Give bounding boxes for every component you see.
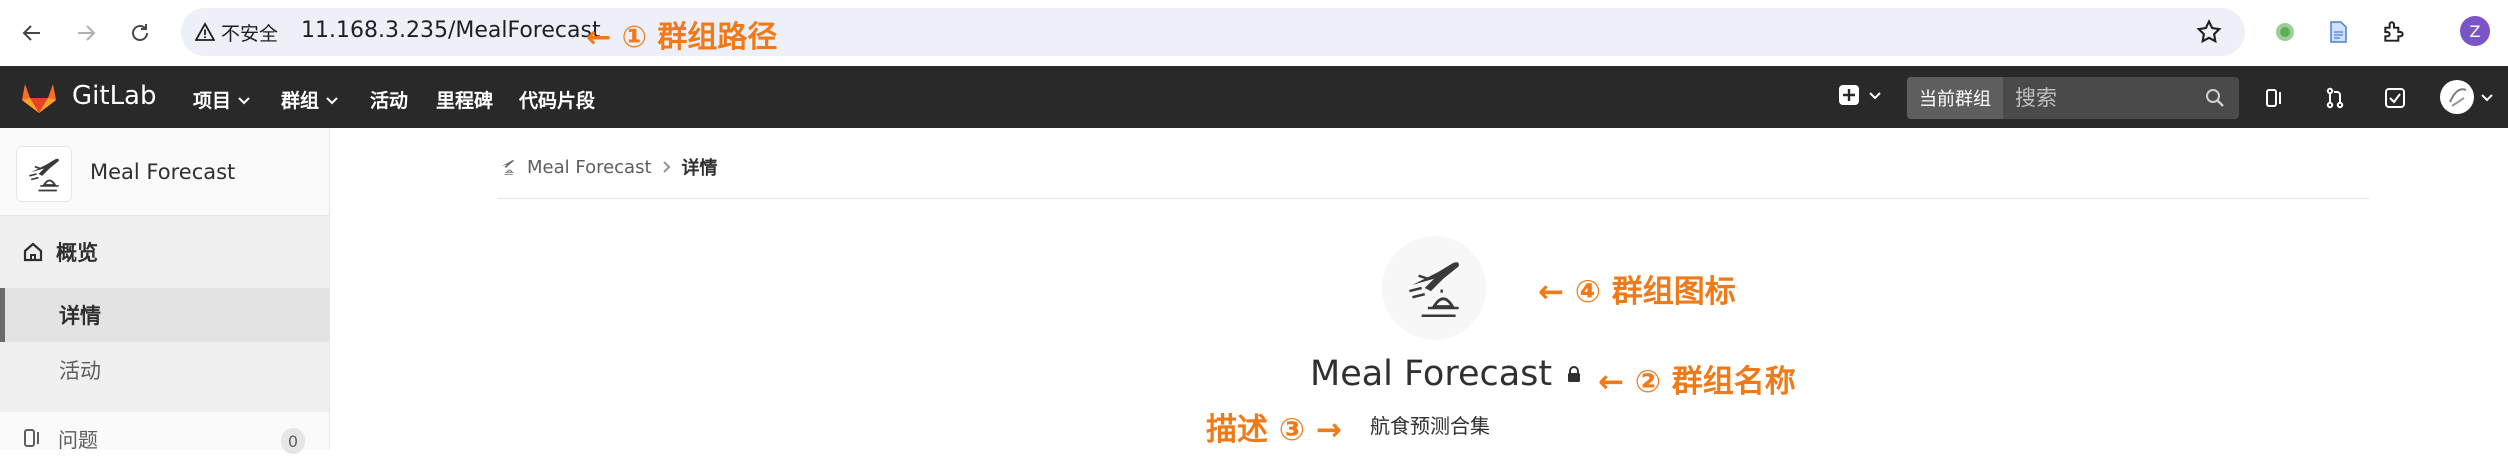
nav-snippets[interactable]: 代码片段 — [519, 86, 595, 113]
warning-icon — [195, 22, 215, 41]
todos-nav-button[interactable] — [2382, 85, 2408, 111]
group-name-heading: Meal Forecast — [1310, 354, 1582, 394]
security-chip[interactable]: 不安全 — [195, 16, 278, 48]
sidebar-item-overview-label: 概览 — [56, 241, 98, 265]
reload-icon — [132, 24, 148, 41]
user-menu[interactable] — [2440, 80, 2494, 114]
nav-projects-label: 项目 — [193, 90, 232, 112]
forward-button[interactable] — [66, 13, 106, 53]
issues-count-badge: 0 — [281, 428, 305, 454]
new-menu-button[interactable] — [1838, 84, 1882, 106]
chevron-down-icon — [326, 96, 338, 104]
nav-projects[interactable]: 项目 — [193, 86, 251, 113]
airplane-meal-icon — [501, 160, 514, 175]
arrow-right-icon — [78, 25, 96, 41]
reload-button[interactable] — [120, 13, 160, 53]
gitlab-navbar: GitLab 项目 群组 活动 里程碑 代码片段 当前群组 — [0, 66, 2508, 128]
search-scope-chip[interactable]: 当前群组 — [1907, 77, 2003, 119]
sidebar-group-avatar — [16, 146, 72, 202]
chevron-right-icon — [662, 161, 670, 173]
issues-icon — [2266, 89, 2281, 107]
group-sidebar: Meal Forecast 概览 详情 活动 问题 0 — [0, 128, 330, 454]
annotation-icon: ← ④ 群组图标 — [1538, 274, 1736, 310]
browser-profile-avatar[interactable]: Z — [2460, 16, 2490, 46]
annotation-description: 描述 ③ → — [1206, 412, 1342, 448]
content-divider — [497, 198, 2369, 199]
sidebar-item-overview[interactable]: 概览 — [0, 216, 329, 288]
sidebar-item-details[interactable]: 详情 — [0, 288, 329, 342]
extension-green-icon[interactable] — [2268, 15, 2302, 49]
annotation-path: ← ① 群组路径 — [586, 20, 778, 55]
sidebar-item-issues-label: 问题 — [58, 427, 98, 452]
extensions-puzzle-icon[interactable] — [2377, 15, 2411, 49]
home-icon — [23, 242, 43, 262]
breadcrumb-parent-link[interactable]: Meal Forecast — [527, 157, 652, 178]
nav-milestones[interactable]: 里程碑 — [436, 86, 493, 113]
breadcrumb: Meal Forecast 详情 — [497, 152, 718, 182]
sidebar-overview-section: 概览 详情 活动 — [0, 216, 329, 412]
group-description: 航食预测合集 — [1370, 414, 1490, 438]
group-avatar — [1382, 236, 1486, 340]
nav-groups-label: 群组 — [281, 90, 320, 112]
sidebar-group-header[interactable]: Meal Forecast — [0, 128, 329, 216]
todo-check-icon — [2385, 88, 2405, 108]
chevron-down-icon — [1869, 92, 1881, 100]
nav-groups[interactable]: 群组 — [281, 86, 339, 113]
chevron-down-icon — [238, 96, 250, 104]
sidebar-item-activity[interactable]: 活动 — [0, 342, 329, 398]
annotation-name: ← ② 群组名称 — [1598, 364, 1796, 400]
issues-icon — [24, 429, 39, 447]
arrow-left-icon — [22, 25, 40, 41]
airplane-meal-icon — [1409, 262, 1459, 317]
search-icon[interactable] — [2205, 88, 2225, 108]
lock-icon — [1568, 366, 1581, 382]
back-button[interactable] — [12, 13, 52, 53]
address-bar[interactable]: 不安全 11.168.3.235/MealForecast — [181, 8, 2245, 56]
search-input[interactable] — [2015, 77, 2195, 119]
gitlab-logo-icon[interactable] — [20, 80, 58, 114]
security-label: 不安全 — [221, 22, 279, 45]
airplane-meal-icon — [29, 158, 59, 192]
search-box: 当前群组 — [1907, 77, 2239, 119]
merge-requests-nav-button[interactable] — [2322, 85, 2348, 111]
bookmark-star-icon[interactable] — [2195, 18, 2223, 46]
gitlab-brand[interactable]: GitLab — [72, 81, 157, 111]
group-name: Meal Forecast — [1310, 354, 1553, 394]
extension-document-icon[interactable] — [2321, 15, 2355, 49]
plus-square-icon — [1839, 85, 1859, 105]
sidebar-item-issues[interactable]: 问题 0 — [0, 418, 329, 458]
url-text[interactable]: 11.168.3.235/MealForecast — [301, 18, 601, 43]
issues-nav-button[interactable] — [2262, 85, 2288, 111]
nav-activity[interactable]: 活动 — [370, 86, 408, 113]
sidebar-group-title: Meal Forecast — [90, 160, 236, 184]
chevron-down-icon — [2481, 94, 2493, 102]
user-avatar — [2440, 80, 2474, 114]
merge-request-icon — [2326, 87, 2344, 109]
breadcrumb-current[interactable]: 详情 — [682, 154, 718, 180]
browser-toolbar: 不安全 11.168.3.235/MealForecast ← ① 群组路径 Z — [0, 0, 2508, 66]
